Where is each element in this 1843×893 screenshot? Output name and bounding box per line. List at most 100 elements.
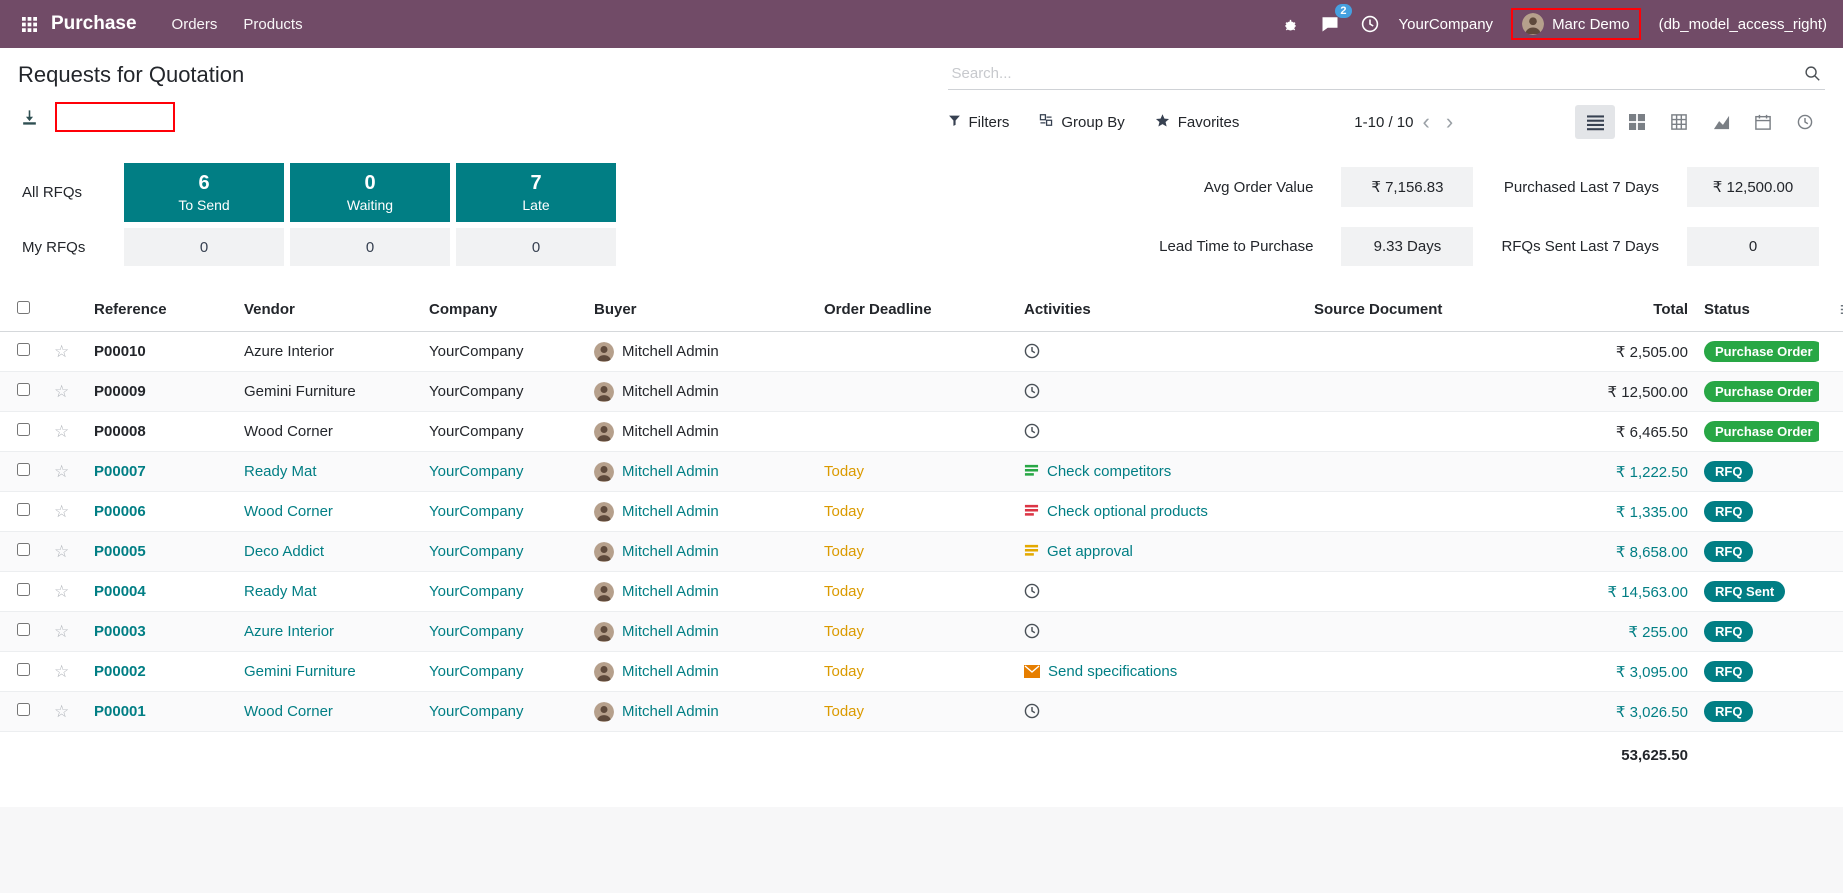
activity-label[interactable]: Send specifications [1048,663,1177,680]
header-source-document[interactable]: Source Document [1306,288,1536,332]
cell-deadline[interactable] [816,331,1016,372]
activities-clock-icon[interactable] [1359,13,1381,35]
cell-source-document[interactable] [1306,411,1536,452]
envelope-activity-icon[interactable] [1024,665,1040,678]
cell-deadline[interactable]: Today [816,691,1016,732]
header-order-deadline[interactable]: Order Deadline [816,288,1016,332]
apps-menu-icon[interactable] [16,11,43,38]
clock-activity-icon[interactable] [1024,383,1040,399]
kpi-my-to-send[interactable]: 0 [124,228,284,266]
cell-reference[interactable]: P00002 [86,651,236,692]
table-row[interactable]: ☆ P00004 Ready Mat YourCompany Mitchell … [0,571,1843,612]
search-input[interactable] [951,65,1804,82]
export-download-icon[interactable] [18,106,41,129]
row-checkbox[interactable] [16,343,30,356]
cell-buyer[interactable]: Mitchell Admin [586,531,816,572]
table-row[interactable]: ☆ P00003 Azure Interior YourCompany Mitc… [0,611,1843,652]
favorite-star-icon[interactable]: ☆ [54,462,69,481]
table-row[interactable]: ☆ P00009 Gemini Furniture YourCompany Mi… [0,371,1843,412]
cell-company[interactable]: YourCompany [421,491,586,532]
cell-total[interactable]: ₹ 2,505.00 [1536,331,1696,372]
header-reference[interactable]: Reference [86,288,236,332]
view-graph-icon[interactable] [1701,105,1741,139]
cell-activity[interactable]: Check competitors [1016,451,1306,492]
cell-company[interactable]: YourCompany [421,611,586,652]
cell-activity[interactable]: Get approval [1016,531,1306,572]
cell-activity[interactable] [1016,571,1306,612]
cell-deadline[interactable]: Today [816,531,1016,572]
cell-source-document[interactable] [1306,691,1536,732]
activity-label[interactable]: Check optional products [1047,503,1208,520]
list-activity-icon[interactable] [1024,543,1039,558]
cell-company[interactable]: YourCompany [421,571,586,612]
cell-vendor[interactable]: Deco Addict [236,531,421,572]
cell-company[interactable]: YourCompany [421,691,586,732]
cell-activity[interactable] [1016,691,1306,732]
clock-activity-icon[interactable] [1024,343,1040,359]
header-total[interactable]: Total [1536,288,1696,332]
cell-buyer[interactable]: Mitchell Admin [586,371,816,412]
app-name[interactable]: Purchase [51,13,137,35]
cell-company[interactable]: YourCompany [421,331,586,372]
cell-reference[interactable]: P00003 [86,611,236,652]
cell-reference[interactable]: P00004 [86,571,236,612]
cell-company[interactable]: YourCompany [421,451,586,492]
menu-products[interactable]: Products [230,2,315,47]
view-list-icon[interactable] [1575,105,1615,139]
row-checkbox[interactable] [16,663,30,676]
cell-buyer[interactable]: Mitchell Admin [586,451,816,492]
header-company[interactable]: Company [421,288,586,332]
cell-vendor[interactable]: Wood Corner [236,691,421,732]
cell-source-document[interactable] [1306,571,1536,612]
select-all-checkbox[interactable] [16,301,30,314]
favorite-star-icon[interactable]: ☆ [54,342,69,361]
cell-source-document[interactable] [1306,371,1536,412]
cell-vendor[interactable]: Azure Interior [236,611,421,652]
cell-company[interactable]: YourCompany [421,371,586,412]
stat-rfqs-sent-value[interactable]: 0 [1687,227,1819,266]
row-checkbox[interactable] [16,463,30,476]
cell-activity[interactable]: Check optional products [1016,491,1306,532]
cell-deadline[interactable]: Today [816,491,1016,532]
cell-source-document[interactable] [1306,331,1536,372]
row-checkbox[interactable] [16,503,30,516]
cell-deadline[interactable]: Today [816,611,1016,652]
company-switcher[interactable]: YourCompany [1399,16,1494,33]
favorite-star-icon[interactable]: ☆ [54,662,69,681]
cell-buyer[interactable]: Mitchell Admin [586,611,816,652]
filters-button[interactable]: Filters [948,113,1009,132]
table-row[interactable]: ☆ P00001 Wood Corner YourCompany Mitchel… [0,691,1843,732]
cell-total[interactable]: ₹ 6,465.50 [1536,411,1696,452]
cell-company[interactable]: YourCompany [421,531,586,572]
cell-activity[interactable] [1016,611,1306,652]
cell-deadline[interactable]: Today [816,571,1016,612]
cell-total[interactable]: ₹ 12,500.00 [1536,371,1696,412]
kpi-my-waiting[interactable]: 0 [290,228,450,266]
clock-activity-icon[interactable] [1024,703,1040,719]
menu-orders[interactable]: Orders [159,2,231,47]
view-calendar-icon[interactable] [1743,105,1783,139]
table-row[interactable]: ☆ P00005 Deco Addict YourCompany Mitchel… [0,531,1843,572]
view-kanban-icon[interactable] [1617,105,1657,139]
cell-total[interactable]: ₹ 3,095.00 [1536,651,1696,692]
cell-total[interactable]: ₹ 255.00 [1536,611,1696,652]
favorites-button[interactable]: Favorites [1155,113,1239,132]
cell-vendor[interactable]: Ready Mat [236,451,421,492]
cell-total[interactable]: ₹ 1,222.50 [1536,451,1696,492]
table-row[interactable]: ☆ P00006 Wood Corner YourCompany Mitchel… [0,491,1843,532]
cell-vendor[interactable]: Wood Corner [236,411,421,452]
table-row[interactable]: ☆ P00007 Ready Mat YourCompany Mitchell … [0,451,1843,492]
cell-reference[interactable]: P00008 [86,411,236,452]
header-buyer[interactable]: Buyer [586,288,816,332]
list-activity-icon[interactable] [1024,463,1039,478]
favorite-star-icon[interactable]: ☆ [54,502,69,521]
cell-reference[interactable]: P00006 [86,491,236,532]
row-checkbox[interactable] [16,383,30,396]
cell-reference[interactable]: P00005 [86,531,236,572]
clock-activity-icon[interactable] [1024,423,1040,439]
cell-activity[interactable] [1016,331,1306,372]
cell-total[interactable]: ₹ 3,026.50 [1536,691,1696,732]
row-checkbox[interactable] [16,623,30,636]
cell-buyer[interactable]: Mitchell Admin [586,651,816,692]
cell-vendor[interactable]: Azure Interior [236,331,421,372]
